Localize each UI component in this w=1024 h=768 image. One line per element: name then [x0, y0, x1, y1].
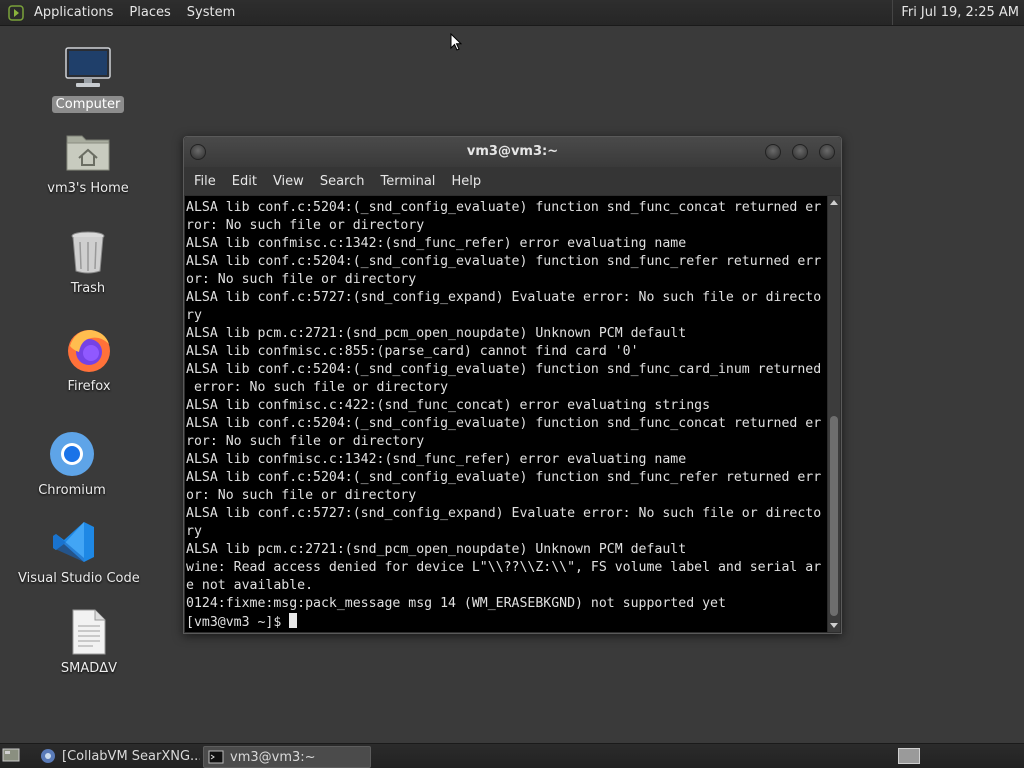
chromium-icon — [50, 432, 94, 476]
terminal-line: ALSA lib conf.c:5204:(_snd_config_evalua… — [186, 200, 822, 215]
terminal-text: ALSA lib conf.c:5204:(_snd_config_evalua… — [185, 196, 827, 632]
bottom-panel: [CollabVM SearXNG... vm3@vm3:~ — [0, 743, 1024, 768]
menu-help[interactable]: Help — [445, 174, 491, 189]
terminal-icon — [208, 750, 224, 764]
taskbar-item-terminal[interactable]: vm3@vm3:~ — [203, 746, 371, 768]
close-button[interactable] — [819, 144, 835, 160]
terminal-line: ALSA lib conf.c:5727:(snd_config_expand)… — [186, 290, 822, 305]
menu-terminal[interactable]: Terminal — [374, 174, 445, 189]
desktop-icon-label: vm3's Home — [47, 181, 129, 196]
terminal-titlebar[interactable]: vm3@vm3:~ — [184, 137, 841, 167]
terminal-line: ALSA lib pcm.c:2721:(snd_pcm_open_noupda… — [186, 542, 687, 557]
taskbar-item-label: [CollabVM SearXNG... — [62, 748, 200, 764]
scrollbar-thumb[interactable] — [830, 416, 838, 616]
desktop-icon-chromium[interactable]: Chromium — [12, 430, 132, 499]
terminal-line: wine: Read access denied for device L"\\… — [186, 560, 822, 575]
terminal-menubar: File Edit View Search Terminal Help — [184, 167, 841, 195]
browser-icon — [41, 749, 55, 763]
terminal-prompt: [vm3@vm3 ~]$ — [186, 615, 290, 630]
desktop-icon-trash[interactable]: Trash — [28, 228, 148, 297]
terminal-line: or: No such file or directory — [186, 488, 417, 503]
terminal-line: ALSA lib conf.c:5204:(_snd_config_evalua… — [186, 362, 822, 377]
terminal-line: ry — [186, 524, 202, 539]
terminal-line: ror: No such file or directory — [186, 434, 425, 449]
desktop-icon-vscode[interactable]: Visual Studio Code — [14, 518, 140, 587]
trash-icon — [71, 231, 105, 274]
desktop-icon-label: SMADΔV — [60, 661, 118, 676]
top-panel: Applications Places System Fri Jul 19, 2… — [0, 0, 1024, 26]
show-desktop-icon[interactable] — [2, 747, 20, 763]
home-folder-icon — [66, 135, 110, 171]
maximize-button[interactable] — [792, 144, 808, 160]
terminal-line: ALSA lib confmisc.c:1342:(snd_func_refer… — [186, 236, 687, 251]
menu-places[interactable]: Places — [121, 0, 178, 25]
terminal-line: or: No such file or directory — [186, 272, 417, 287]
computer-icon — [65, 47, 111, 87]
scroll-up-arrow-icon[interactable] — [830, 200, 838, 205]
desktop-icon-computer[interactable]: Computer — [28, 44, 148, 113]
desktop-icon-smadav[interactable]: SMADΔV — [29, 608, 149, 677]
desktop-icon-label: Visual Studio Code — [18, 571, 140, 586]
terminal-line: error: No such file or directory — [193, 380, 449, 395]
workspace-switcher[interactable] — [898, 748, 920, 764]
terminal-line: ry — [186, 308, 202, 323]
terminal-line: ALSA lib conf.c:5204:(_snd_config_evalua… — [186, 254, 822, 269]
taskbar-item-label: vm3@vm3:~ — [230, 749, 316, 765]
document-icon — [72, 609, 106, 655]
terminal-line: ror: No such file or directory — [186, 218, 425, 233]
terminal-scrollbar[interactable] — [828, 196, 840, 632]
desktop-icon-firefox[interactable]: Firefox — [29, 326, 149, 395]
terminal-line: ALSA lib conf.c:5727:(snd_config_expand)… — [186, 506, 822, 521]
terminal-line: ALSA lib pcm.c:2721:(snd_pcm_open_noupda… — [186, 326, 687, 341]
applications-logo-icon[interactable] — [8, 4, 24, 21]
terminal-line: ALSA lib confmisc.c:422:(snd_func_concat… — [186, 398, 711, 413]
menu-system[interactable]: System — [179, 0, 243, 25]
menu-view[interactable]: View — [267, 174, 314, 189]
top-menu: Applications Places System — [26, 0, 243, 25]
firefox-icon — [68, 330, 110, 372]
desktop-icon-label: Trash — [70, 281, 106, 296]
menu-edit[interactable]: Edit — [226, 174, 267, 189]
menu-search[interactable]: Search — [314, 174, 375, 189]
clock[interactable]: Fri Jul 19, 2:25 AM — [892, 0, 1024, 25]
desktop-icon-label: Chromium — [38, 483, 106, 498]
terminal-line: ALSA lib confmisc.c:855:(parse_card) can… — [186, 344, 639, 359]
minimize-button[interactable] — [765, 144, 781, 160]
terminal-line: ALSA lib conf.c:5204:(_snd_config_evalua… — [186, 416, 822, 431]
terminal-line: 0124:fixme:msg:pack_message msg 14 (WM_E… — [186, 596, 726, 611]
desktop-icon-home[interactable]: vm3's Home — [28, 128, 148, 197]
terminal-window[interactable]: vm3@vm3:~ File Edit View Search Terminal… — [183, 136, 842, 634]
taskbar-item-collabvm[interactable]: [CollabVM SearXNG... — [36, 746, 200, 766]
scroll-down-arrow-icon[interactable] — [830, 623, 838, 628]
desktop-icon-label: Computer — [51, 96, 125, 113]
menu-file[interactable]: File — [188, 174, 226, 189]
terminal-line: ALSA lib confmisc.c:1342:(snd_func_refer… — [186, 452, 687, 467]
window-title: vm3@vm3:~ — [466, 144, 559, 159]
vscode-icon — [53, 522, 94, 562]
mouse-pointer-icon — [450, 33, 463, 51]
menu-applications[interactable]: Applications — [26, 0, 121, 25]
terminal-line: ALSA lib conf.c:5204:(_snd_config_evalua… — [186, 470, 822, 485]
terminal-line: e not available. — [186, 578, 314, 593]
desktop-icon-label: Firefox — [67, 379, 111, 394]
terminal-output[interactable]: ALSA lib conf.c:5204:(_snd_config_evalua… — [185, 196, 827, 632]
terminal-cursor — [289, 613, 298, 628]
